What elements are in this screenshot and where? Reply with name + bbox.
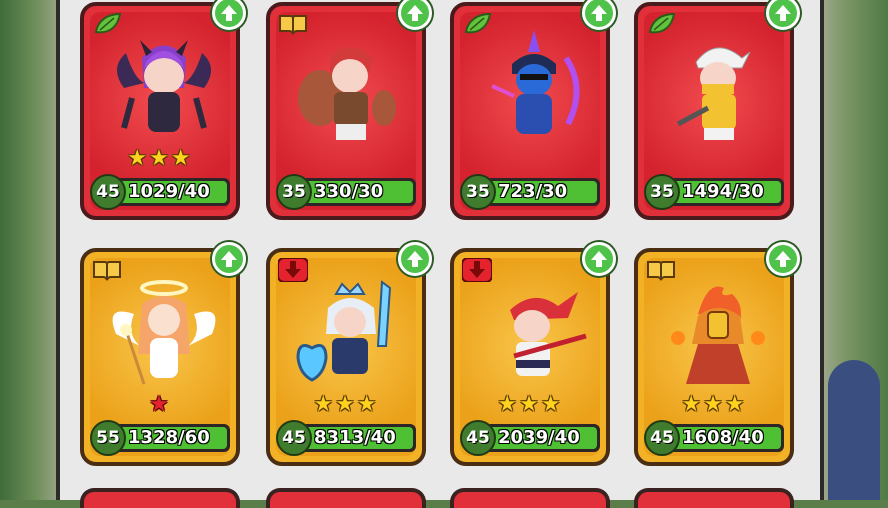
upgrade-arrow-icon[interactable] — [398, 242, 432, 276]
progress-bar: 55 1328/60 — [90, 420, 230, 456]
star-rating: ★★★ — [270, 394, 422, 416]
hero-card[interactable]: 35 1494/30 — [634, 0, 800, 220]
level-badge: 35 — [276, 174, 312, 210]
book-icon — [279, 15, 307, 35]
upgrade-arrow-icon[interactable] — [212, 242, 246, 276]
hero-card[interactable]: 35 330/30 — [266, 0, 432, 220]
hero-card-partial[interactable] — [80, 488, 240, 508]
star-icon: ★ — [149, 146, 171, 171]
level-badge: 35 — [644, 174, 680, 210]
level-badge: 35 — [460, 174, 496, 210]
hero-portrait-masked-assassin — [491, 30, 580, 134]
star-rating: ★ — [84, 394, 236, 416]
upgrade-arrow-icon[interactable] — [212, 0, 246, 30]
star-rating: ★★★ — [84, 148, 236, 170]
hero-card[interactable]: ★★★ 45 1029/40 — [80, 0, 246, 220]
red-arrow-down-icon — [278, 258, 308, 282]
hero-card-partial[interactable] — [450, 488, 610, 508]
upgrade-arrow-icon[interactable] — [582, 0, 616, 30]
hero-portrait-ponytail-swordsman — [510, 292, 587, 376]
hero-portrait-fire-mage — [671, 286, 765, 384]
star-icon: ★ — [681, 392, 704, 417]
level-badge: 45 — [276, 420, 312, 456]
level-badge: 45 — [644, 420, 680, 456]
star-icon: ★ — [540, 392, 563, 417]
hero-card[interactable]: ★★★ 45 2039/40 — [450, 242, 616, 466]
hero-card[interactable]: ★ 55 1328/60 — [80, 242, 246, 466]
hero-card-partial[interactable] — [266, 488, 426, 508]
hero-card-partial[interactable] — [634, 488, 794, 508]
progress-bar: 45 1608/40 — [644, 420, 784, 456]
hero-portrait-white-haired-ninja — [676, 47, 751, 140]
background-left — [0, 0, 60, 500]
shard-progress-text: 1029/40 — [128, 181, 210, 202]
upgrade-arrow-icon[interactable] — [766, 0, 800, 30]
progress-bar: 45 2039/40 — [460, 420, 600, 456]
shard-progress-text: 1494/30 — [682, 181, 764, 202]
upgrade-arrow-icon[interactable] — [766, 242, 800, 276]
progress-bar: 35 330/30 — [276, 174, 416, 210]
hero-portrait-angel — [112, 280, 216, 385]
leaf-icon — [94, 12, 122, 34]
red-arrow-down-icon — [462, 258, 492, 282]
background-right — [818, 0, 888, 500]
star-rating: ★★★ — [638, 394, 790, 416]
progress-bar: 35 723/30 — [460, 174, 600, 210]
star-icon: ★ — [127, 146, 150, 171]
star-icon: ★ — [356, 392, 379, 417]
star-icon: ★ — [497, 392, 520, 417]
hero-card[interactable]: ★★★ 45 1608/40 — [634, 242, 800, 466]
hero-card[interactable]: ★★★ 45 8313/40 — [266, 242, 432, 466]
shard-progress-text: 2039/40 — [498, 427, 580, 448]
leaf-icon — [648, 12, 676, 34]
red-star-icon: ★ — [149, 392, 171, 417]
star-icon: ★ — [724, 392, 747, 417]
progress-bar: 45 8313/40 — [276, 420, 416, 456]
shard-progress-text: 1608/40 — [682, 427, 764, 448]
shard-progress-text: 723/30 — [498, 181, 568, 202]
hero-card[interactable]: 35 723/30 — [450, 0, 616, 220]
progress-bar: 35 1494/30 — [644, 174, 784, 210]
star-icon: ★ — [170, 146, 193, 171]
hero-portrait-dark-witch — [116, 40, 212, 132]
leaf-icon — [464, 12, 492, 34]
shard-progress-text: 8313/40 — [314, 427, 396, 448]
book-icon — [93, 261, 121, 281]
star-icon: ★ — [335, 392, 357, 417]
shard-progress-text: 1328/60 — [128, 427, 210, 448]
upgrade-arrow-icon[interactable] — [582, 242, 616, 276]
hero-portrait-red-haired-warrior — [298, 47, 396, 140]
star-icon: ★ — [313, 392, 336, 417]
level-badge: 45 — [90, 174, 126, 210]
hero-collection-panel: ★★★ 45 1029/40 35 330/30 35 723/30 35 14… — [56, 0, 824, 508]
star-icon: ★ — [703, 392, 725, 417]
level-badge: 55 — [90, 420, 126, 456]
castle-tower-decoration — [828, 360, 880, 500]
shard-progress-text: 330/30 — [314, 181, 384, 202]
star-icon: ★ — [519, 392, 541, 417]
upgrade-arrow-icon[interactable] — [398, 0, 432, 30]
star-rating: ★★★ — [454, 394, 606, 416]
book-icon — [647, 261, 675, 281]
level-badge: 45 — [460, 420, 496, 456]
hero-portrait-ice-knight — [296, 280, 392, 382]
progress-bar: 45 1029/40 — [90, 174, 230, 210]
